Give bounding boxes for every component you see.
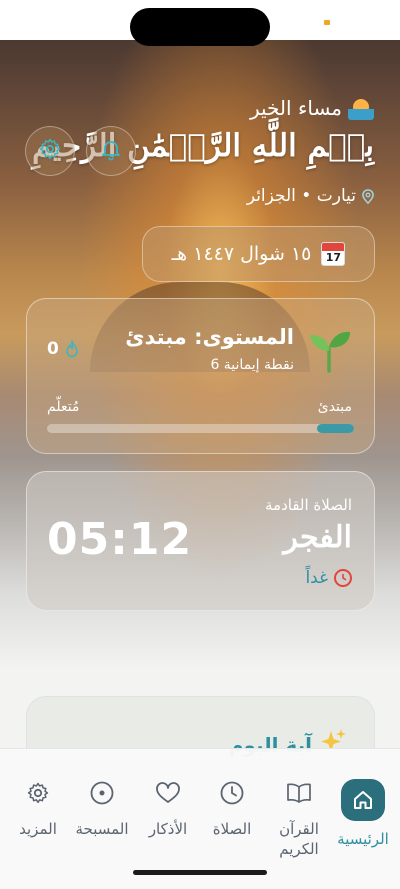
next-prayer-name: الفجر bbox=[283, 520, 352, 555]
next-prayer-label: الصلاة القادمة bbox=[265, 496, 352, 514]
streak-counter: 0 bbox=[47, 339, 79, 359]
gear-icon bbox=[18, 773, 58, 813]
nav-item-more[interactable]: المزيد bbox=[7, 773, 69, 839]
basmala: بِسۡمِ اللَّهِ الرَّحۡمَٰنِ الرَّحِيمِ bbox=[32, 128, 374, 164]
seedling-icon bbox=[306, 327, 352, 373]
alarm-clock-icon bbox=[334, 569, 352, 587]
progress-start-label: مبتدئ bbox=[317, 399, 352, 415]
status-indicator bbox=[324, 20, 330, 25]
gear-icon bbox=[38, 137, 62, 165]
nav-label-tasbih: المسبحة bbox=[75, 820, 129, 838]
bottom-navigation: الرئيسية القرآن الكريم الصلاة الأذكار ال… bbox=[0, 748, 400, 889]
tasbih-counter-icon bbox=[82, 773, 122, 813]
nav-label-quran-2: الكريم bbox=[279, 840, 319, 858]
nav-label-prayer: الصلاة bbox=[212, 820, 252, 838]
greeting-text: مساء الخير bbox=[249, 96, 342, 120]
nav-label-quran-1: القرآن bbox=[279, 820, 319, 838]
clock-icon bbox=[212, 773, 252, 813]
level-progress-bar bbox=[47, 424, 354, 433]
sunset-icon bbox=[348, 96, 374, 120]
home-icon bbox=[341, 779, 385, 821]
level-card[interactable]: المستوى: مبتدئ 6 نقطة إيمانية 0 مبتدئ مُ… bbox=[26, 298, 375, 454]
flame-icon bbox=[65, 340, 79, 358]
level-progress-fill bbox=[317, 424, 354, 433]
nav-item-adhkar[interactable]: الأذكار bbox=[137, 773, 199, 839]
hijri-date-pill[interactable]: ١٥ شوال ١٤٤٧ هـ 17 bbox=[142, 226, 375, 282]
location-pin-icon bbox=[362, 188, 374, 204]
hijri-date-text: ١٥ شوال ١٤٤٧ هـ bbox=[171, 243, 312, 265]
faith-points: 6 نقطة إيمانية bbox=[210, 357, 294, 373]
next-prayer-card[interactable]: الصلاة القادمة الفجر غداً 05:12 bbox=[26, 471, 375, 611]
next-prayer-time: 05:12 bbox=[47, 514, 193, 565]
greeting: مساء الخير bbox=[250, 96, 374, 120]
next-prayer-when: غداً bbox=[305, 568, 352, 588]
status-bar bbox=[0, 0, 400, 46]
nav-item-prayer[interactable]: الصلاة bbox=[201, 773, 263, 839]
streak-value: 0 bbox=[47, 339, 59, 359]
nav-label-adhkar: الأذكار bbox=[148, 820, 188, 838]
location: تيارت • الجزائر bbox=[247, 186, 374, 206]
next-prayer-day: غداً bbox=[305, 568, 328, 588]
home-indicator bbox=[133, 870, 267, 875]
heart-icon bbox=[148, 773, 188, 813]
nav-item-tasbih[interactable]: المسبحة bbox=[71, 773, 133, 839]
progress-end-label: مُتعلّم bbox=[47, 399, 80, 415]
bell-icon bbox=[99, 137, 123, 165]
nav-label-more: المزيد bbox=[19, 820, 57, 838]
calendar-day: 17 bbox=[325, 251, 342, 264]
notifications-button[interactable] bbox=[86, 126, 136, 176]
level-title: المستوى: مبتدئ bbox=[125, 325, 294, 349]
nav-item-home[interactable]: الرئيسية bbox=[332, 773, 394, 849]
book-open-icon bbox=[279, 773, 319, 813]
nav-item-quran[interactable]: القرآن الكريم bbox=[268, 773, 330, 859]
settings-button[interactable] bbox=[25, 126, 75, 176]
dynamic-island bbox=[130, 8, 270, 46]
location-text: تيارت • الجزائر bbox=[246, 186, 356, 206]
nav-label-home: الرئيسية bbox=[337, 830, 389, 848]
calendar-icon: 17 bbox=[321, 242, 346, 266]
